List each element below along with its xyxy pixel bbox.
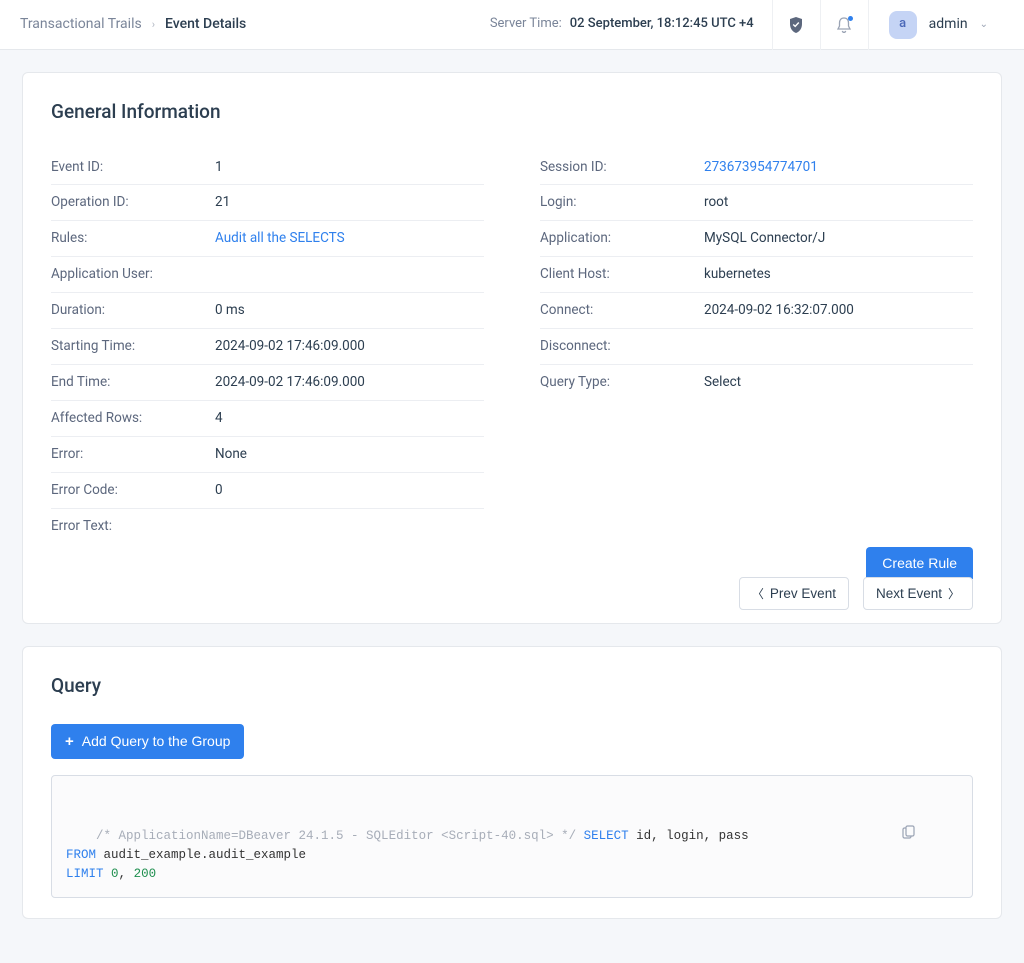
info-label: Application:: [540, 229, 704, 248]
info-label: Error Code:: [51, 481, 215, 500]
info-value: MySQL Connector/J: [704, 229, 825, 248]
info-value: root: [704, 193, 728, 212]
create-rule-button[interactable]: Create Rule: [866, 547, 973, 579]
next-event-label: Next Event: [876, 586, 942, 601]
user-name: admin: [929, 15, 968, 35]
notification-dot-icon: [848, 16, 853, 21]
query-token: 200: [134, 867, 157, 881]
breadcrumb: Transactional Trails › Event Details: [20, 15, 246, 35]
info-label: Query Type:: [540, 373, 704, 392]
query-card: Query + Add Query to the Group /* Applic…: [22, 646, 1002, 918]
chevron-down-icon: ⌄: [980, 18, 988, 32]
query-token: [104, 867, 112, 881]
info-row: Operation ID:21: [51, 185, 484, 221]
breadcrumb-root[interactable]: Transactional Trails: [20, 15, 142, 35]
info-label: Starting Time:: [51, 337, 215, 356]
info-label: End Time:: [51, 373, 215, 392]
info-row: Application:MySQL Connector/J: [540, 221, 973, 257]
query-token: 0: [111, 867, 119, 881]
query-token: id, login, pass: [629, 829, 749, 843]
info-row: Application User:: [51, 257, 484, 293]
info-value: kubernetes: [704, 265, 771, 284]
server-time-value: 02 September, 18:12:45 UTC +4: [570, 15, 754, 33]
avatar: a: [889, 11, 917, 39]
info-row: Rules:Audit all the SELECTS: [51, 221, 484, 257]
info-label: Operation ID:: [51, 193, 215, 212]
info-value: 2024-09-02 16:32:07.000: [704, 301, 854, 320]
plus-icon: +: [65, 733, 74, 750]
info-row: Query Type:Select: [540, 365, 973, 400]
info-row: Starting Time:2024-09-02 17:46:09.000: [51, 329, 484, 365]
query-token: ,: [119, 867, 134, 881]
server-time-label: Server Time:: [490, 15, 562, 33]
query-token: audit_example.audit_example: [96, 848, 306, 862]
info-row: Session ID:273673954774701: [540, 150, 973, 186]
info-label: Affected Rows:: [51, 409, 215, 428]
info-label: Login:: [540, 193, 704, 212]
info-row: End Time:2024-09-02 17:46:09.000: [51, 365, 484, 401]
info-value: 4: [215, 409, 223, 428]
info-label: Application User:: [51, 265, 215, 284]
add-query-label: Add Query to the Group: [82, 733, 231, 749]
prev-event-button[interactable]: 〈 Prev Event: [739, 577, 849, 610]
info-row: Disconnect:: [540, 329, 973, 365]
info-label: Client Host:: [540, 265, 704, 284]
info-value: 0: [215, 481, 223, 500]
query-text: /* ApplicationName=DBeaver 24.1.5 - SQLE…: [51, 775, 973, 898]
prev-event-label: Prev Event: [770, 586, 836, 601]
info-row: Error Code:0: [51, 473, 484, 509]
info-value: 0 ms: [215, 301, 245, 320]
general-info-card: General Information Event ID:1Operation …: [22, 72, 1002, 624]
info-label: Error:: [51, 445, 215, 464]
info-row: Connect:2024-09-02 16:32:07.000: [540, 293, 973, 329]
chevron-right-icon: ›: [152, 17, 155, 32]
info-value[interactable]: 273673954774701: [704, 158, 818, 177]
user-menu[interactable]: a admin ⌄: [868, 0, 1004, 50]
info-label: Session ID:: [540, 158, 704, 177]
query-token: LIMIT: [66, 867, 104, 881]
copy-icon[interactable]: [900, 786, 960, 880]
info-value: 2024-09-02 17:46:09.000: [215, 337, 365, 356]
info-row: Error Text:: [51, 509, 484, 544]
info-value: 1: [215, 158, 223, 177]
info-row: Login:root: [540, 185, 973, 221]
bell-icon[interactable]: [820, 0, 868, 50]
info-value: 21: [215, 193, 230, 212]
add-query-button[interactable]: + Add Query to the Group: [51, 724, 244, 759]
general-info-title: General Information: [51, 99, 973, 126]
query-token: /* ApplicationName=DBeaver 24.1.5 - SQLE…: [96, 829, 584, 843]
info-value[interactable]: Audit all the SELECTS: [215, 229, 345, 248]
info-row: Event ID:1: [51, 150, 484, 186]
breadcrumb-current: Event Details: [165, 15, 246, 35]
info-label: Duration:: [51, 301, 215, 320]
query-title: Query: [51, 673, 973, 700]
info-row: Duration:0 ms: [51, 293, 484, 329]
info-label: Disconnect:: [540, 337, 704, 356]
info-label: Error Text:: [51, 517, 215, 536]
shield-check-icon[interactable]: [772, 0, 820, 50]
info-label: Event ID:: [51, 158, 215, 177]
chevron-left-icon: 〈: [752, 585, 764, 602]
info-label: Connect:: [540, 301, 704, 320]
chevron-right-icon: 〉: [948, 585, 960, 602]
query-token: SELECT: [584, 829, 629, 843]
info-row: Client Host:kubernetes: [540, 257, 973, 293]
info-value: None: [215, 445, 247, 464]
info-row: Affected Rows:4: [51, 401, 484, 437]
info-value: Select: [704, 373, 741, 392]
next-event-button[interactable]: Next Event 〉: [863, 577, 973, 610]
info-row: Error:None: [51, 437, 484, 473]
info-value: 2024-09-02 17:46:09.000: [215, 373, 365, 392]
info-label: Rules:: [51, 229, 215, 248]
query-token: FROM: [66, 848, 96, 862]
